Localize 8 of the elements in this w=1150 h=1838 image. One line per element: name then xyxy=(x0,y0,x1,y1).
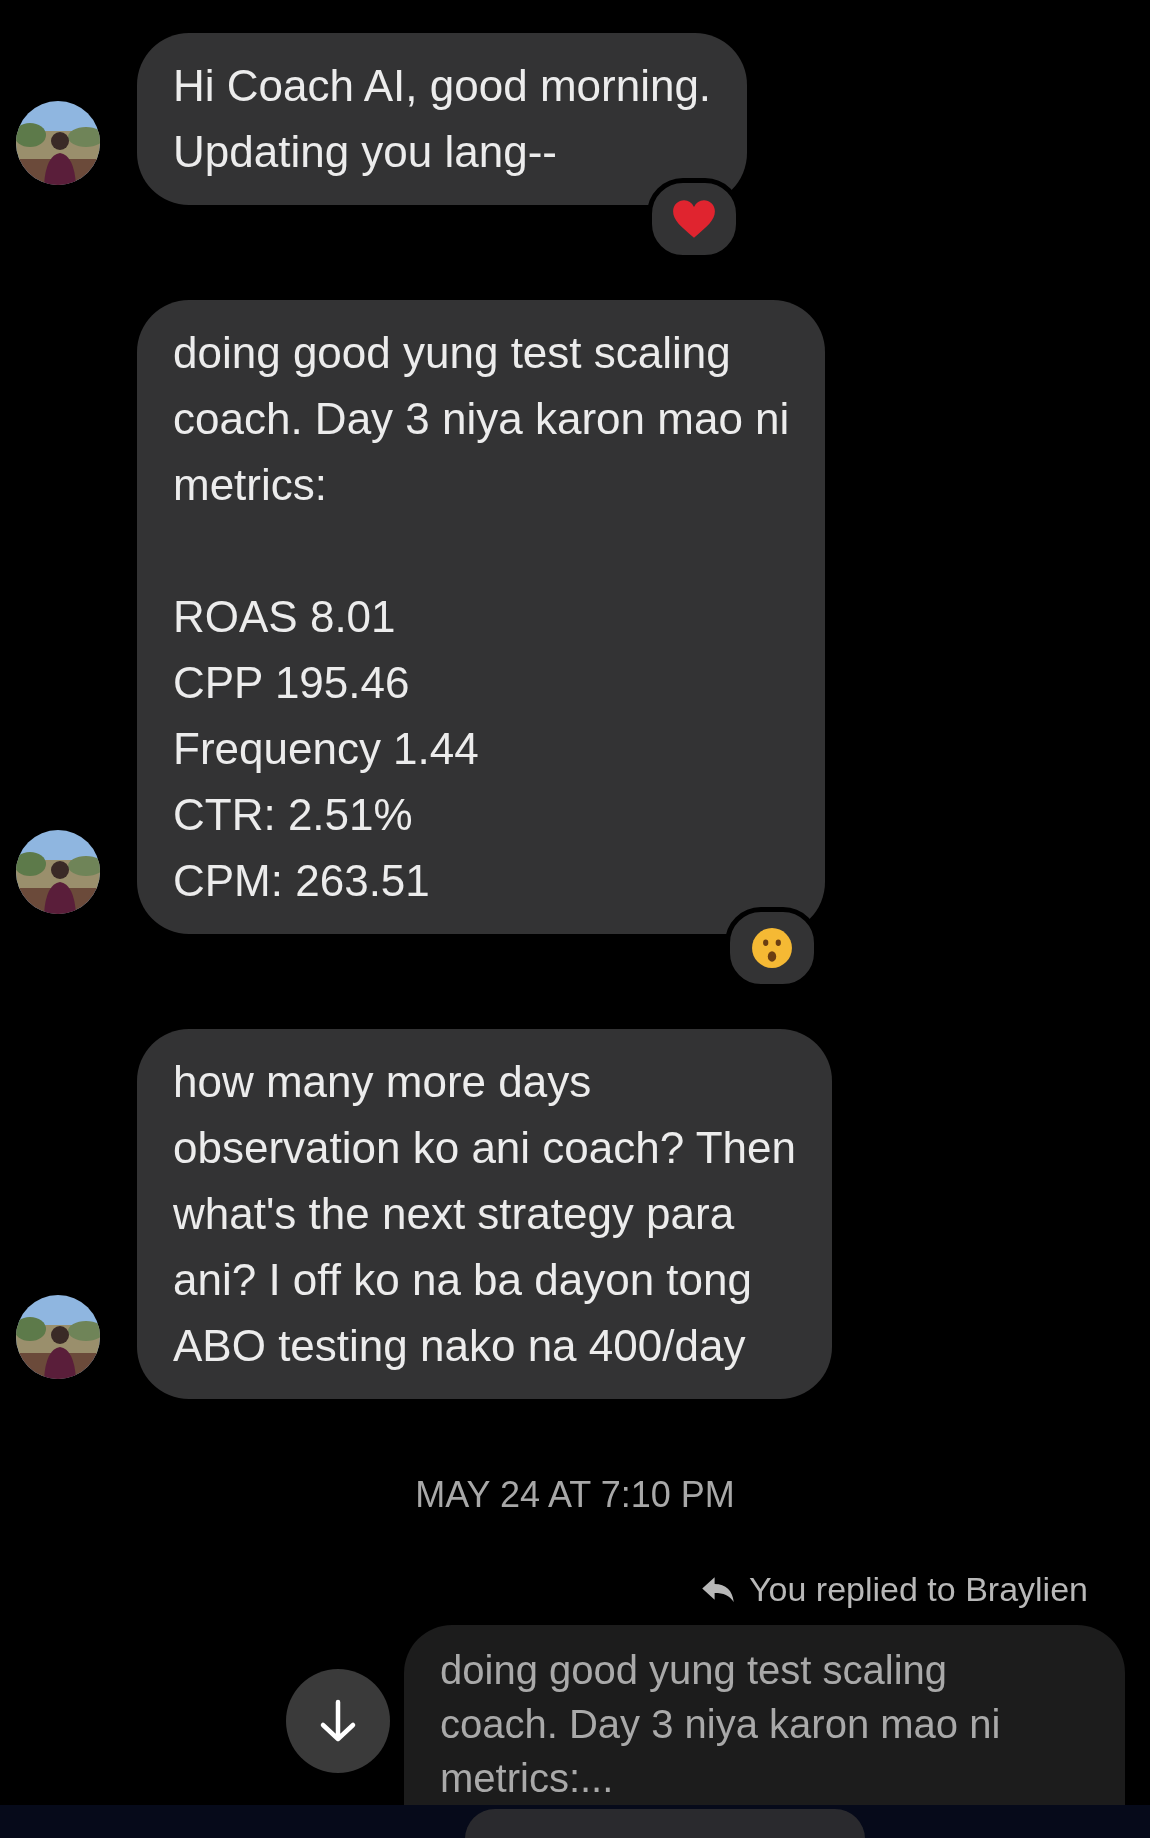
reply-icon xyxy=(701,1576,735,1603)
message-text: how many more days observation ko ani coach? Then what's the next strategy para ani? I off ko na ba dayon tong ABO testing nako na 400/day xyxy=(173,1056,796,1372)
arrow-down-icon xyxy=(318,1699,358,1743)
replied-message-text: doing good yung test scaling coach. Day 3 niya karon mao ni metrics:... xyxy=(440,1647,1002,1802)
message-text: Hi Coach AI, good morning. Updating you lang-- xyxy=(173,60,712,178)
timestamp: MAY 24 AT 7:10 PM xyxy=(414,1474,736,1516)
reply-label: You replied to Braylien xyxy=(749,1570,1088,1609)
message-text: doing good yung test scaling coach. Day 3 niya karon mao ni metrics: ROAS 8.01 CPP 195.46 Frequency 1.44 CTR: 2.51% CPM: 263.51 xyxy=(173,327,790,907)
